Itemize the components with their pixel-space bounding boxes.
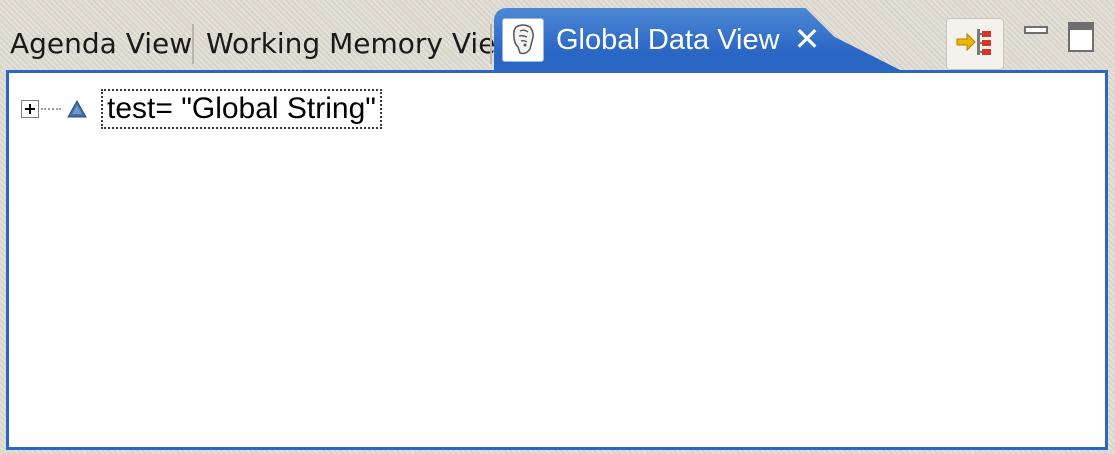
plus-expander-icon[interactable] xyxy=(21,100,39,118)
minimize-button[interactable] xyxy=(1020,20,1054,40)
global-data-view-window: Agenda View Working Memory View Global D… xyxy=(0,0,1115,454)
drools-head-icon xyxy=(502,18,544,62)
maximize-button[interactable] xyxy=(1064,18,1098,58)
view-tab-bar: Agenda View Working Memory View Global D… xyxy=(0,0,1115,72)
tab-agenda-view[interactable]: Agenda View xyxy=(4,16,196,70)
tab-divider xyxy=(192,24,194,64)
tree-connector-line xyxy=(41,108,61,110)
tab-global-data-label: Global Data View xyxy=(556,23,780,56)
tab-agenda-label: Agenda View xyxy=(10,26,193,60)
maximize-icon xyxy=(1068,22,1094,52)
tab-working-memory-view[interactable]: Working Memory View xyxy=(196,16,518,70)
tab-divider xyxy=(490,24,492,64)
show-logical-structure-button[interactable] xyxy=(946,18,1004,70)
tree-item[interactable]: test= "Global String" xyxy=(21,89,382,129)
tree-item-label[interactable]: test= "Global String" xyxy=(101,89,382,129)
global-data-tree: test= "Global String" xyxy=(6,70,1108,450)
show-logical-structure-icon xyxy=(955,25,995,63)
triangle-variable-icon xyxy=(65,97,89,121)
tab-global-data-view[interactable]: Global Data View xyxy=(494,8,904,72)
minimize-icon xyxy=(1024,26,1048,34)
close-icon[interactable]: ✕ xyxy=(792,23,822,55)
tab-working-memory-label: Working Memory View xyxy=(206,26,519,60)
